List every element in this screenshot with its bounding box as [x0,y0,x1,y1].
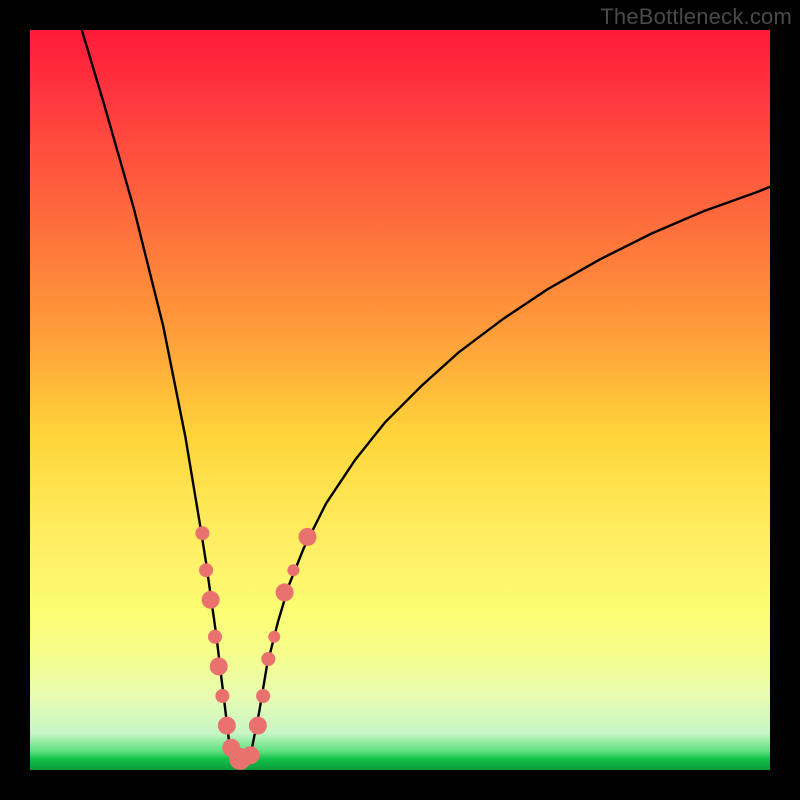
plot-area [30,30,770,770]
data-dot [210,657,228,675]
bottleneck-curve [82,30,770,759]
data-dot [287,564,299,576]
data-dot [261,652,275,666]
data-dot [208,630,222,644]
data-dot [299,528,317,546]
data-dot [202,591,220,609]
data-dot [199,563,213,577]
watermark-text: TheBottleneck.com [600,4,792,30]
data-dot [242,746,260,764]
data-dot [268,631,280,643]
data-dot [218,717,236,735]
chart-frame: TheBottleneck.com [0,0,800,800]
data-dot [249,717,267,735]
curve-layer [30,30,770,770]
data-dot [276,583,294,601]
data-dot [195,526,209,540]
data-dot [256,689,270,703]
data-dot [215,689,229,703]
